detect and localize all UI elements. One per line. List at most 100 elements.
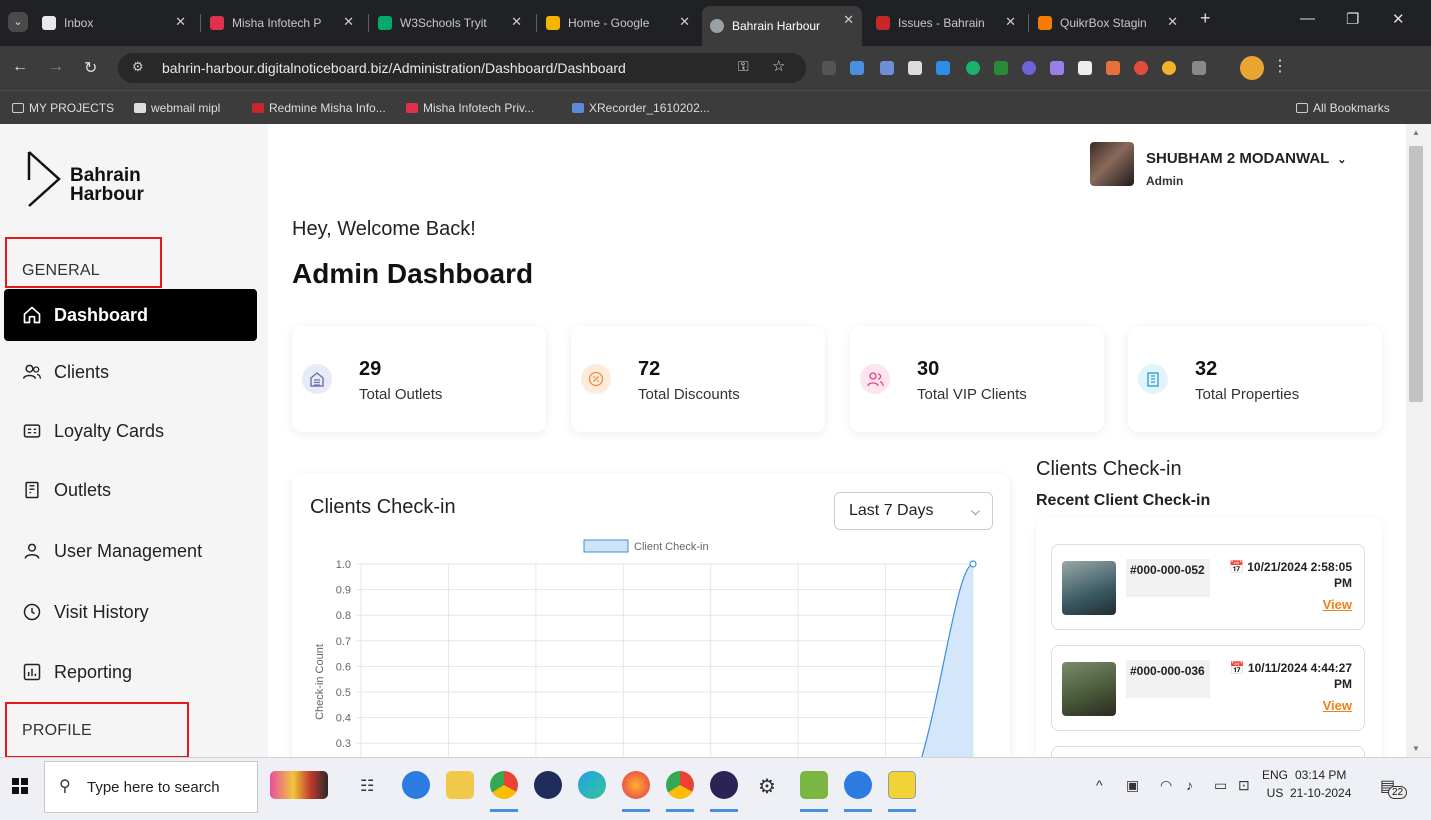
windows-start-icon[interactable]	[12, 778, 28, 799]
range-select[interactable]: Last 7 Days ⌵	[834, 492, 993, 530]
extension-icon[interactable]	[1050, 61, 1064, 75]
extension-icon[interactable]	[1106, 61, 1120, 75]
back-arrow-icon[interactable]: ←	[12, 58, 28, 76]
taskbar-notepad-icon[interactable]	[800, 771, 828, 799]
bookmark-item[interactable]: XRecorder_1610202...	[572, 101, 710, 115]
taskbar-edge-icon[interactable]	[578, 771, 606, 799]
address-url: bahrin-harbour.digitalnoticeboard.biz/Ad…	[162, 60, 626, 76]
browser-tab[interactable]: Issues - Bahrain ✕	[868, 8, 1024, 38]
browser-tab[interactable]: QuikrBox Stagin ✕	[1030, 8, 1186, 38]
wifi-icon[interactable]: ◠	[1160, 777, 1172, 794]
all-bookmarks[interactable]: All Bookmarks	[1296, 101, 1390, 115]
browser-tab[interactable]: Home - Google ✕	[538, 8, 698, 38]
bookmark-item[interactable]: webmail mipl	[134, 101, 220, 115]
avatar[interactable]	[1090, 142, 1134, 186]
sidebar-item-outlets[interactable]: Outlets	[4, 464, 257, 516]
extension-icon[interactable]	[1134, 61, 1148, 75]
battery-icon[interactable]: ▭	[1214, 777, 1227, 794]
browser-tab[interactable]: W3Schools Tryit ✕	[370, 8, 530, 38]
taskbar-file-explorer-icon[interactable]	[446, 771, 474, 799]
extension-icon[interactable]	[1078, 61, 1092, 75]
tab-close-icon[interactable]: ✕	[843, 12, 854, 28]
tab-search-button[interactable]: ⌄	[8, 12, 28, 32]
stat-card-discounts[interactable]: 72 Total Discounts	[571, 326, 825, 432]
sidebar-item-reporting[interactable]: Reporting	[4, 646, 257, 698]
extension-translate-icon[interactable]	[850, 61, 864, 75]
scroll-up-icon[interactable]: ▲	[1412, 128, 1420, 137]
password-key-icon[interactable]: ⚿	[738, 58, 749, 75]
tab-close-icon[interactable]: ✕	[1167, 14, 1178, 30]
taskbar-search[interactable]: ⚲ Type here to search	[44, 761, 258, 813]
site-info-icon[interactable]: ⚙	[132, 59, 144, 75]
extensions-puzzle-icon[interactable]	[1192, 61, 1206, 75]
stat-card-properties[interactable]: 32 Total Properties	[1128, 326, 1382, 432]
scroll-down-icon[interactable]: ▼	[1412, 744, 1420, 753]
profile-avatar-icon[interactable]	[1240, 56, 1264, 80]
browser-tab[interactable]: Inbox ✕	[34, 8, 194, 38]
stat-card-vip-clients[interactable]: 30 Total VIP Clients	[850, 326, 1104, 432]
reload-icon[interactable]: ↻	[84, 58, 97, 78]
lang-bottom: US	[1266, 786, 1284, 800]
taskbar-firefox-icon[interactable]	[622, 771, 650, 799]
tray-app-icon[interactable]: ▣	[1126, 777, 1139, 794]
extension-icon[interactable]	[936, 61, 950, 75]
address-bar[interactable]: ⚙ bahrin-harbour.digitalnoticeboard.biz/…	[118, 53, 806, 83]
task-view-icon[interactable]: ☷	[360, 776, 374, 796]
notification-center[interactable]: ▤ 22	[1378, 774, 1408, 802]
taskbar-chrome-icon[interactable]	[490, 771, 518, 799]
tab-close-icon[interactable]: ✕	[679, 14, 690, 30]
bookmark-star-icon[interactable]: ☆	[772, 57, 785, 75]
bookmark-item[interactable]: Redmine Misha Info...	[252, 101, 386, 115]
extension-icon[interactable]	[994, 61, 1008, 75]
taskbar-skype-icon[interactable]	[402, 771, 430, 799]
restore-icon[interactable]: ❐	[1346, 10, 1359, 28]
view-link[interactable]: View	[1323, 597, 1352, 612]
forward-arrow-icon[interactable]: →	[48, 58, 64, 76]
user-menu[interactable]: SHUBHAM 2 MODANWAL ⌄	[1146, 150, 1346, 167]
extension-grammarly-icon[interactable]	[966, 61, 980, 75]
view-link[interactable]: View	[1323, 698, 1352, 713]
taskbar-chrome-profile-icon[interactable]	[666, 771, 694, 799]
extension-icon[interactable]	[1022, 61, 1036, 75]
scrollbar-thumb[interactable]	[1409, 146, 1423, 402]
bookmark-label: Redmine Misha Info...	[269, 101, 386, 115]
taskbar-app-icon[interactable]	[534, 771, 562, 799]
close-window-icon[interactable]: ✕	[1392, 10, 1405, 28]
pen-icon[interactable]: ⊡	[1238, 777, 1250, 794]
volume-icon[interactable]: ♪	[1186, 777, 1193, 793]
taskbar-clock[interactable]: 03:14 PM 21-10-2024	[1290, 766, 1351, 802]
sidebar-item-loyalty-cards[interactable]: Loyalty Cards	[4, 405, 257, 457]
minimize-icon[interactable]: —	[1300, 10, 1315, 27]
extension-sigma-icon[interactable]	[822, 61, 836, 75]
checkin-item-partial	[1051, 746, 1365, 757]
sidebar-item-user-management[interactable]: User Management	[4, 525, 257, 577]
extension-icon[interactable]	[1162, 61, 1176, 75]
taskbar-widget-icon[interactable]	[270, 771, 328, 799]
new-tab-plus-icon[interactable]: +	[1200, 8, 1211, 29]
stat-label: Total Properties	[1195, 386, 1300, 403]
vip-icon	[860, 364, 890, 394]
browser-tab-active[interactable]: Bahrain Harbour ✕	[702, 6, 862, 46]
browser-menu-icon[interactable]: ⋮	[1272, 56, 1288, 76]
sidebar-item-visit-history[interactable]: Visit History	[4, 586, 257, 638]
tab-close-icon[interactable]: ✕	[1005, 14, 1016, 30]
sidebar-item-dashboard[interactable]: Dashboard	[4, 289, 257, 341]
tab-close-icon[interactable]: ✕	[511, 14, 522, 30]
checkin-date-text: 10/11/2024 4:44:27 PM	[1247, 661, 1352, 691]
stat-card-outlets[interactable]: 29 Total Outlets	[292, 326, 546, 432]
browser-tab[interactable]: Misha Infotech P ✕	[202, 8, 362, 38]
sidebar-item-clients[interactable]: Clients	[4, 346, 257, 398]
tab-close-icon[interactable]: ✕	[175, 14, 186, 30]
taskbar-eclipse-icon[interactable]	[710, 771, 738, 799]
taskbar-app-icon[interactable]	[888, 771, 916, 799]
bookmark-item[interactable]: MY PROJECTS	[12, 101, 114, 115]
tray-chevron-up-icon[interactable]: ^	[1096, 777, 1103, 793]
language-indicator[interactable]: ENG US	[1262, 766, 1288, 802]
bookmark-item[interactable]: Misha Infotech Priv...	[406, 101, 534, 115]
extension-icon[interactable]	[880, 61, 894, 75]
extension-icon[interactable]	[908, 61, 922, 75]
taskbar-settings-icon[interactable]: ⚙	[758, 774, 776, 799]
tab-close-icon[interactable]: ✕	[343, 14, 354, 30]
sidebar-item-label: Visit History	[54, 601, 149, 622]
taskbar-skype-icon[interactable]	[844, 771, 872, 799]
